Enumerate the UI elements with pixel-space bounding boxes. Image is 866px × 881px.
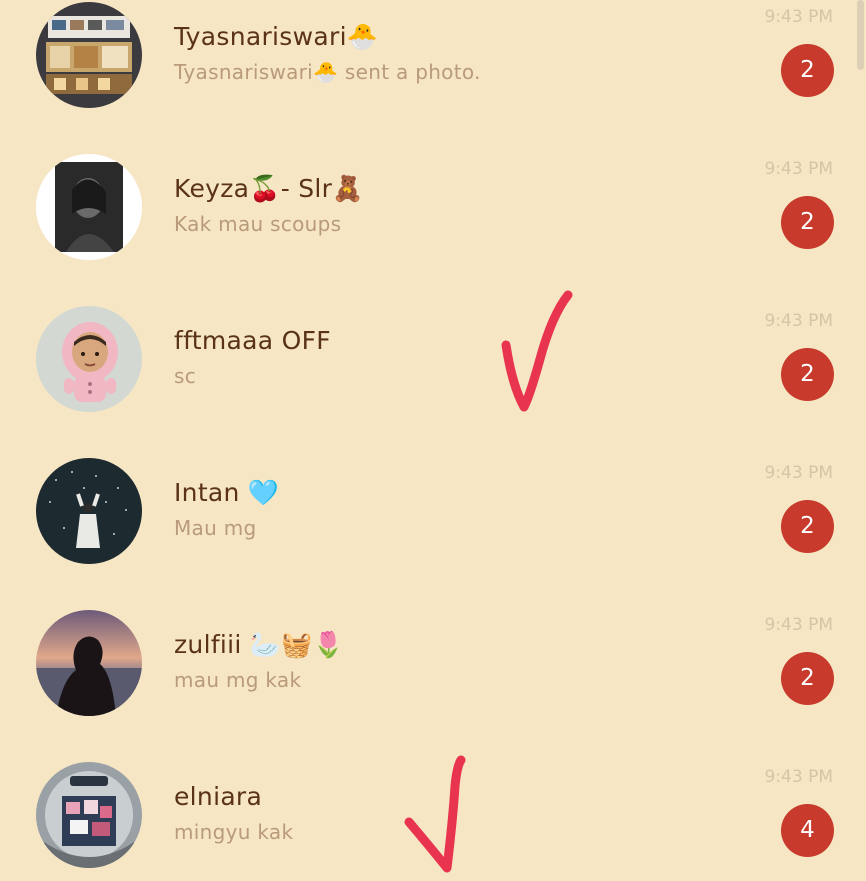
chat-row[interactable]: Keyza🍒- Slr🧸 Kak mau scoups 9:43 PM 2 [0,152,866,304]
night-sky-figure-avatar-image [36,458,142,564]
message-preview: mau mg kak [174,668,302,692]
unread-badge: 2 [781,652,834,705]
timestamp: 9:43 PM [764,767,834,787]
timestamp: 9:43 PM [764,311,834,331]
message-preview: sc [174,364,197,388]
contact-name: Keyza🍒- Slr🧸 [174,174,364,203]
chat-row[interactable]: elniara mingyu kak 9:43 PM 4 [0,760,866,881]
chat-row[interactable]: fftmaaa OFF sc 9:43 PM 2 [0,304,866,456]
avatar[interactable] [36,458,142,564]
scrollbar[interactable] [857,0,864,70]
shop-display-avatar-image [36,2,142,108]
avatar[interactable] [36,2,142,108]
chat-row[interactable]: Tyasnariswari🐣 Tyasnariswari🐣 sent a pho… [0,0,866,152]
avatar[interactable] [36,610,142,716]
message-preview: mingyu kak [174,820,294,844]
contact-name: fftmaaa OFF [174,326,331,355]
unread-badge: 2 [781,196,834,249]
timestamp: 9:43 PM [764,7,834,27]
contact-name: Tyasnariswari🐣 [174,22,379,51]
message-preview: Tyasnariswari🐣 sent a photo. [174,60,481,84]
mirror-booth-avatar-image [36,762,142,868]
pink-raincoat-cartoon-avatar-image [36,306,142,412]
contact-name: Intan 🩵 [174,478,280,507]
avatar[interactable] [36,154,142,260]
grayscale-selfie-avatar-image [36,154,142,260]
contact-name: zulfiii 🦢🧺🌷 [174,630,345,659]
sunset-silhouette-avatar-image [36,610,142,716]
unread-badge: 2 [781,500,834,553]
chat-list: Tyasnariswari🐣 Tyasnariswari🐣 sent a pho… [0,0,866,881]
timestamp: 9:43 PM [764,463,834,483]
avatar[interactable] [36,306,142,412]
timestamp: 9:43 PM [764,615,834,635]
avatar[interactable] [36,762,142,868]
chat-row[interactable]: Intan 🩵 Mau mg 9:43 PM 2 [0,456,866,608]
unread-badge: 2 [781,44,834,97]
contact-name: elniara [174,782,263,811]
unread-badge: 4 [781,804,834,857]
unread-badge: 2 [781,348,834,401]
message-preview: Mau mg [174,516,257,540]
timestamp: 9:43 PM [764,159,834,179]
chat-row[interactable]: zulfiii 🦢🧺🌷 mau mg kak 9:43 PM 2 [0,608,866,760]
message-preview: Kak mau scoups [174,212,342,236]
